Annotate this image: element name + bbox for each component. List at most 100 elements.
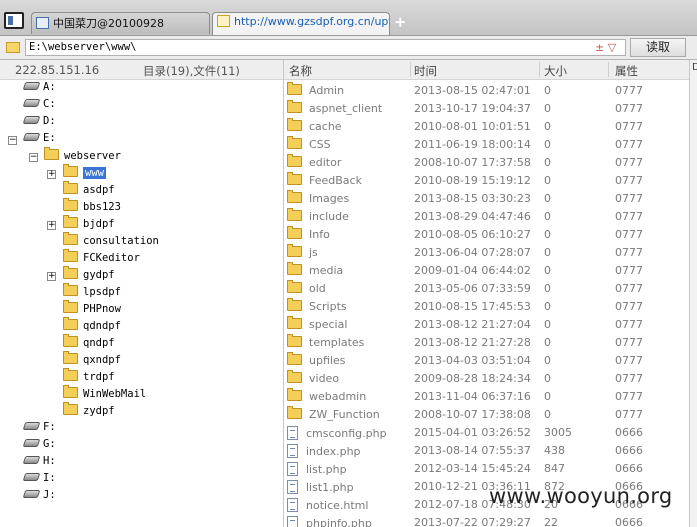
file-size: 0 — [544, 246, 551, 259]
file-row[interactable]: js 2013-06-04 07:28:07 0 0777 — [284, 244, 689, 262]
file-row[interactable]: phpinfo.php 2013-07-22 07:29:27 22 0666 — [284, 514, 689, 527]
file-row[interactable]: index.php 2013-08-14 07:55:37 438 0666 — [284, 442, 689, 460]
tree-item[interactable]: G: — [22, 438, 56, 455]
file-name: upfiles — [309, 354, 346, 367]
file-icon — [287, 426, 298, 440]
tree-item[interactable]: FCKeditor — [63, 249, 140, 268]
file-name-cell: cache — [287, 118, 342, 133]
file-name: editor — [309, 156, 342, 169]
tree-item-label: qndpf — [83, 337, 115, 349]
file-row[interactable]: ZW_Function 2008-10-07 17:38:08 0 0777 — [284, 406, 689, 424]
expand-icon[interactable]: + — [47, 272, 56, 281]
file-row[interactable]: include 2013-08-29 04:47:46 0 0777 — [284, 208, 689, 226]
path-input[interactable]: E:\webserver\www\ — [25, 39, 626, 56]
tree-item[interactable]: qxndpf — [63, 351, 121, 370]
file-row[interactable]: list.php 2012-03-14 15:45:24 847 0666 — [284, 460, 689, 478]
file-row[interactable]: video 2009-08-28 18:24:34 0 0777 — [284, 370, 689, 388]
file-row[interactable]: Scripts 2010-08-15 17:45:53 0 0777 — [284, 298, 689, 316]
tree-item[interactable]: J: — [22, 489, 56, 506]
file-attr: 0777 — [615, 228, 643, 241]
folder-icon — [63, 283, 78, 296]
file-time: 2013-08-14 07:55:37 — [414, 444, 531, 457]
tree-item[interactable]: bjdpf — [63, 215, 115, 234]
tree-item[interactable]: H: — [22, 455, 56, 472]
file-attr: 0777 — [615, 156, 643, 169]
tree-item[interactable]: zydpf — [63, 402, 115, 421]
file-row[interactable]: media 2009-01-04 06:44:02 0 0777 — [284, 262, 689, 280]
tree-item-label: gydpf — [83, 269, 115, 281]
file-name: Info — [309, 228, 330, 241]
tree-item[interactable]: asdpf — [63, 181, 115, 200]
tree-item[interactable]: lpsdpf — [63, 283, 121, 302]
file-row[interactable]: Images 2013-08-15 03:30:23 0 0777 — [284, 190, 689, 208]
file-row[interactable]: aspnet_client 2013-10-17 19:04:37 0 0777 — [284, 100, 689, 118]
file-attr: 0777 — [615, 318, 643, 331]
history-dropdown-icon[interactable]: ± ▽ — [595, 41, 616, 54]
tree-item[interactable]: qndpf — [63, 334, 115, 353]
tree-item[interactable]: WinWebMail — [63, 385, 146, 404]
expand-icon[interactable]: + — [47, 221, 56, 230]
file-row[interactable]: CSS 2011-06-19 18:00:14 0 0777 — [284, 136, 689, 154]
column-attr[interactable]: 属性 — [615, 63, 638, 79]
tree-item[interactable]: webserver — [44, 147, 121, 166]
tree-item[interactable]: trdpf — [63, 368, 115, 387]
file-time: 2010-08-19 15:19:12 — [414, 174, 531, 187]
file-row[interactable]: editor 2008-10-07 17:37:58 0 0777 — [284, 154, 689, 172]
column-name[interactable]: 名称 — [289, 63, 312, 79]
new-tab-button[interactable]: + — [394, 13, 407, 31]
folder-icon — [44, 147, 59, 160]
folder-icon — [63, 232, 78, 245]
tree-item[interactable]: F: — [22, 421, 56, 438]
tree-item[interactable]: qdndpf — [63, 317, 121, 336]
tree-item[interactable]: E: — [22, 132, 56, 149]
file-size: 0 — [544, 228, 551, 241]
tree-item-label: lpsdpf — [83, 286, 121, 298]
tab-home[interactable]: 中国菜刀@20100928 — [31, 12, 210, 34]
file-time: 2013-08-15 03:30:23 — [414, 192, 531, 205]
column-time[interactable]: 时间 — [414, 63, 437, 79]
collapse-icon[interactable]: − — [29, 153, 38, 162]
adjacent-panel-label: D — [692, 62, 697, 73]
file-row[interactable]: templates 2013-08-12 21:27:28 0 0777 — [284, 334, 689, 352]
file-time: 2008-10-07 17:37:58 — [414, 156, 531, 169]
file-name: js — [309, 246, 318, 259]
tree-item[interactable]: PHPnow — [63, 300, 121, 319]
file-size: 0 — [544, 354, 551, 367]
tree-item[interactable]: D: — [22, 115, 56, 132]
file-row[interactable]: Admin 2013-08-15 02:47:01 0 0777 — [284, 82, 689, 100]
folder-icon — [63, 368, 78, 381]
file-row[interactable]: Info 2010-08-05 06:10:27 0 0777 — [284, 226, 689, 244]
folder-icon — [287, 298, 302, 311]
file-row[interactable]: special 2013-08-12 21:27:04 0 0777 — [284, 316, 689, 334]
file-icon — [287, 516, 298, 527]
tree-item[interactable]: I: — [22, 472, 56, 489]
tree-item[interactable]: C: — [22, 98, 56, 115]
file-row[interactable]: cmsconfig.php 2015-04-01 03:26:52 3005 0666 — [284, 424, 689, 442]
file-name-cell: CSS — [287, 136, 331, 151]
app-menu-icon[interactable] — [4, 12, 24, 29]
file-size: 0 — [544, 318, 551, 331]
folder-icon — [287, 388, 302, 401]
file-row[interactable]: old 2013-05-06 07:33:59 0 0777 — [284, 280, 689, 298]
file-row[interactable]: webadmin 2013-11-04 06:37:16 0 0777 — [284, 388, 689, 406]
folder-icon — [63, 402, 78, 415]
tree-item[interactable]: gydpf — [63, 266, 115, 285]
folder-icon — [287, 190, 302, 203]
read-button[interactable]: 读取 — [630, 38, 686, 57]
file-name-cell: Images — [287, 190, 349, 205]
folder-icon — [63, 351, 78, 364]
column-size[interactable]: 大小 — [544, 63, 567, 79]
file-row[interactable]: cache 2010-08-01 10:01:51 0 0777 — [284, 118, 689, 136]
file-name: phpinfo.php — [306, 517, 372, 527]
tab-url[interactable]: http://www.gzsdpf.org.cn/upf... — [212, 12, 390, 35]
collapse-icon[interactable]: − — [8, 136, 17, 145]
file-row[interactable]: FeedBack 2010-08-19 15:19:12 0 0777 — [284, 172, 689, 190]
tree-item[interactable]: www — [63, 164, 106, 183]
file-time: 2013-08-12 21:27:04 — [414, 318, 531, 331]
tree-item-label: C: — [43, 98, 56, 110]
expand-icon[interactable]: + — [47, 170, 56, 179]
tree-item[interactable]: bbs123 — [63, 198, 121, 217]
tree-item[interactable]: A: — [22, 81, 56, 98]
tree-item[interactable]: consultation — [63, 232, 159, 251]
file-row[interactable]: upfiles 2013-04-03 03:51:04 0 0777 — [284, 352, 689, 370]
